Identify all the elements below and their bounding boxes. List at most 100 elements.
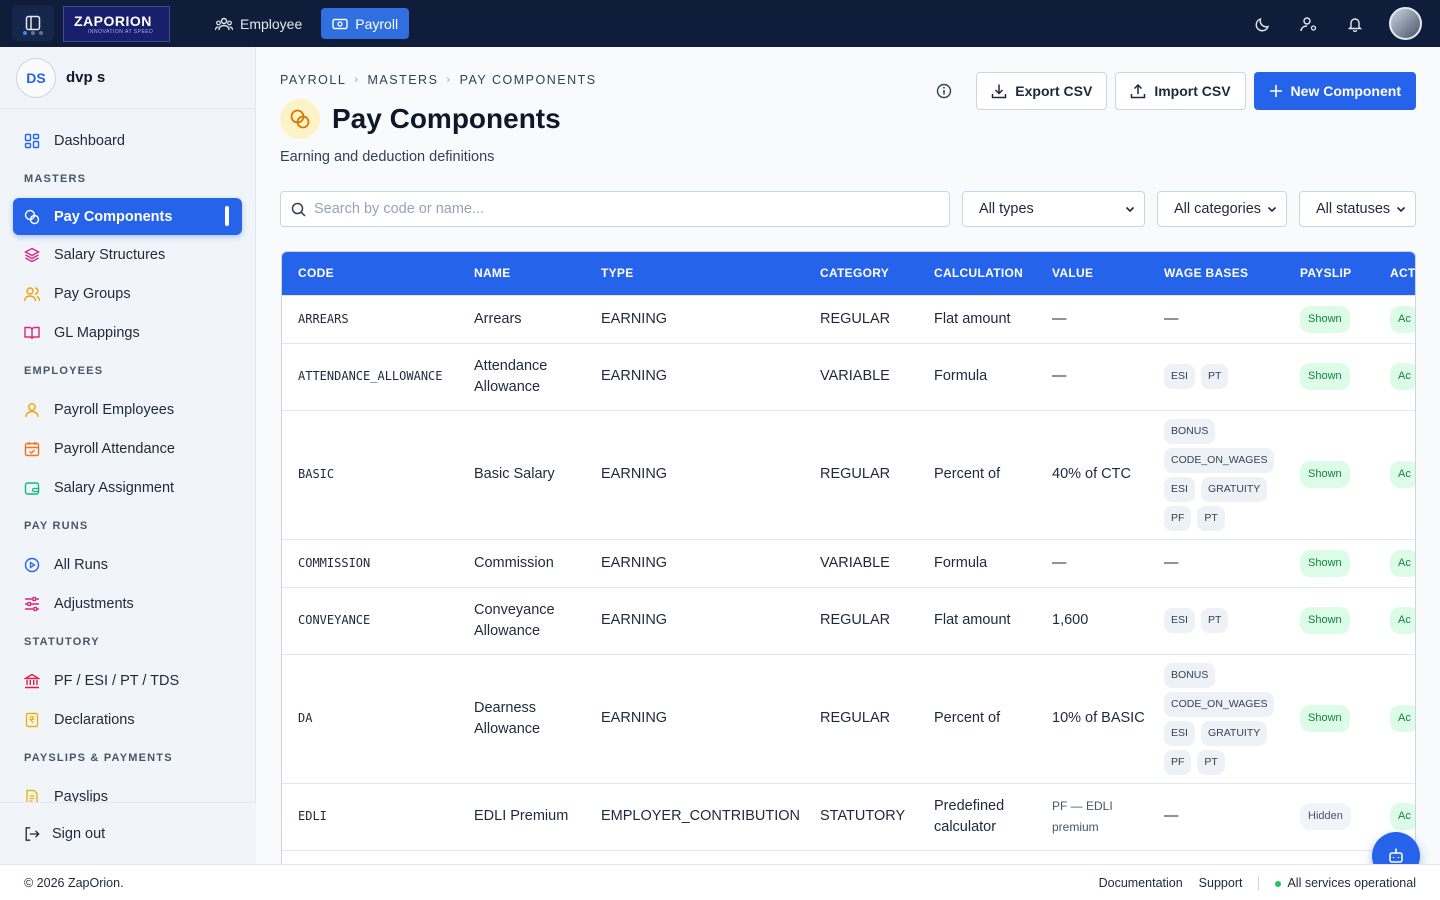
table-row[interactable]: ATTENDANCE_ALLOWANCE Attendance Allowance… xyxy=(282,342,1415,410)
sidebar-item-pay-components[interactable]: Pay Components xyxy=(13,198,242,235)
brand-logo[interactable]: ZAPORION INNOVATION AT SPEED xyxy=(63,6,170,42)
system-status-label: All services operational xyxy=(1287,875,1416,890)
breadcrumb-masters[interactable]: MASTERS xyxy=(367,73,438,87)
cell-calculation: Predefined calculator xyxy=(918,849,1036,864)
breadcrumb-payroll[interactable]: PAYROLL xyxy=(280,73,346,87)
sidebar-item-declarations[interactable]: Declarations xyxy=(0,700,255,739)
topnav-payroll[interactable]: Payroll xyxy=(321,8,410,39)
sidebar-section-statutory: STATUTORY xyxy=(24,636,100,648)
cell-type: EARNING xyxy=(585,653,804,783)
documentation-link[interactable]: Documentation xyxy=(1099,876,1183,890)
sidebar-item-label: Pay Components xyxy=(54,208,173,225)
cell-name: Conveyance Allowance xyxy=(458,586,585,654)
import-csv-button[interactable]: Import CSV xyxy=(1115,72,1246,110)
status-badge: Ac xyxy=(1390,549,1415,577)
cell-category: STATUTORY xyxy=(804,782,918,850)
new-component-button[interactable]: New Component xyxy=(1253,72,1416,110)
user-settings-button[interactable] xyxy=(1297,12,1321,36)
wage-base-chip: CODE_ON_WAGES xyxy=(1164,447,1275,473)
avatar[interactable] xyxy=(1389,7,1422,40)
support-link[interactable]: Support xyxy=(1199,876,1243,890)
cell-name: Basic Salary xyxy=(458,409,585,539)
footer: © 2026 ZapOrion. Documentation Support A… xyxy=(0,864,1440,900)
sign-out-label: Sign out xyxy=(52,825,106,842)
sidebar-section-masters: MASTERS xyxy=(24,173,87,185)
title-row: Pay Components xyxy=(280,99,561,139)
search-input[interactable] xyxy=(314,201,914,217)
status-badge: Ac xyxy=(1390,607,1415,634)
sidebar-toggle-button[interactable] xyxy=(12,5,54,41)
status-filter-select[interactable]: All statuses xyxy=(1299,191,1416,227)
column-header[interactable]: VALUE xyxy=(1036,252,1148,295)
sidebar-item-all-runs[interactable]: All Runs xyxy=(0,545,255,584)
sidebar-section-payslips: PAYSLIPS & PAYMENTS xyxy=(24,752,173,764)
column-header[interactable]: NAME xyxy=(458,252,585,295)
cell-payslip: Shown xyxy=(1284,409,1374,539)
user-profile[interactable]: DS dvp s xyxy=(0,47,255,109)
wage-base-chip: BONUS xyxy=(1164,418,1216,444)
sidebar-section-pay-runs: PAY RUNS xyxy=(24,520,89,532)
sidebar-item-label: Adjustments xyxy=(54,595,134,612)
column-header[interactable]: PAYSLIP xyxy=(1284,252,1374,295)
notifications-button[interactable] xyxy=(1343,12,1367,36)
sidebar-item-payroll-attendance[interactable]: Payroll Attendance xyxy=(0,429,255,468)
sidebar-item-dashboard[interactable]: Dashboard xyxy=(0,121,255,160)
bot-icon xyxy=(1389,848,1403,863)
components-table-container[interactable]: CODE NAME TYPE CATEGORY CALCULATION VALU… xyxy=(281,251,1416,864)
cell-type: EMPLOYER_CONTRIBUTION xyxy=(585,782,804,850)
system-status[interactable]: All services operational xyxy=(1275,876,1416,890)
column-header[interactable]: TYPE xyxy=(585,252,804,295)
cell-category: REGULAR xyxy=(804,294,918,343)
column-header[interactable]: CODE xyxy=(282,252,458,295)
top-nav: Employee Payroll xyxy=(204,8,410,39)
table-row[interactable]: ARREARS Arrears EARNING REGULAR Flat amount —… xyxy=(282,294,1415,343)
cell-type: DEDUCTION xyxy=(585,849,804,864)
table-row[interactable]: EDLI EDLI Premium EMPLOYER_CONTRIBUTION STA… xyxy=(282,782,1415,850)
payslip-badge: Shown xyxy=(1300,607,1350,634)
rupee-doc-icon xyxy=(24,712,40,728)
column-header[interactable]: CALCULATION xyxy=(918,252,1036,295)
chevron-down-icon xyxy=(1267,206,1277,213)
table-row[interactable]: EMPLOYEE_ESIEmployee ESIDEDUCTIONSTATUTO… xyxy=(282,849,1415,864)
sidebar-section-employees: EMPLOYEES xyxy=(24,365,104,377)
table-row[interactable]: DA Dearness Allowance EARNING REGULAR Percen… xyxy=(282,653,1415,783)
column-header[interactable]: CATEGORY xyxy=(804,252,918,295)
sidebar-item-label: Payroll Attendance xyxy=(54,440,175,457)
theme-toggle-button[interactable] xyxy=(1251,12,1275,36)
chevron-down-icon xyxy=(1125,206,1135,213)
search-box[interactable] xyxy=(280,191,950,227)
table-body: ARREARS Arrears EARNING REGULAR Flat amount —… xyxy=(282,294,1415,864)
cell-value: 1,600 xyxy=(1036,586,1148,654)
sidebar-item-payroll-employees[interactable]: Payroll Employees xyxy=(0,390,255,429)
table-row[interactable]: CONVEYANCE Conveyance Allowance EARNING REG… xyxy=(282,586,1415,654)
cell-payslip: Shown xyxy=(1284,653,1374,783)
sidebar-item-adjustments[interactable]: Adjustments xyxy=(0,584,255,623)
sidebar-item-gl-mappings[interactable]: GL Mappings xyxy=(0,313,255,352)
sidebar-item-pay-groups[interactable]: Pay Groups xyxy=(0,274,255,313)
export-csv-button[interactable]: Export CSV xyxy=(976,72,1108,110)
components-table: CODE NAME TYPE CATEGORY CALCULATION VALU… xyxy=(282,252,1415,864)
user-name: dvp s xyxy=(66,69,106,86)
sidebar-item-salary-structures[interactable]: Salary Structures xyxy=(0,235,255,274)
wage-base-chip: BONUS xyxy=(1164,662,1216,688)
info-button[interactable] xyxy=(932,79,956,103)
category-filter-select[interactable]: All categories xyxy=(1157,191,1287,227)
download-icon xyxy=(992,84,1007,99)
column-header[interactable]: WAGE BASES xyxy=(1148,252,1284,295)
cell-value: 40% of CTC xyxy=(1036,409,1148,539)
type-filter-select[interactable]: All types xyxy=(962,191,1145,227)
column-header[interactable]: ACT xyxy=(1374,252,1415,295)
table-row[interactable]: COMMISSION Commission EARNING VARIABLE Formu… xyxy=(282,538,1415,587)
cell-type: EARNING xyxy=(585,586,804,654)
sidebar-item-salary-assignment[interactable]: Salary Assignment xyxy=(0,468,255,507)
cell-calculation: Predefined calculator xyxy=(918,782,1036,850)
cell-name: Arrears xyxy=(458,294,585,343)
cell-category: VARIABLE xyxy=(804,538,918,587)
table-row[interactable]: BASIC Basic Salary EARNING REGULAR Percent o… xyxy=(282,409,1415,539)
category-filter-value: All categories xyxy=(1174,201,1262,217)
sidebar-item-pf-esi[interactable]: PF / ESI / PT / TDS xyxy=(0,661,255,700)
sign-out-button[interactable]: Sign out xyxy=(0,802,256,864)
topnav-employee[interactable]: Employee xyxy=(204,8,313,39)
top-bar: ZAPORION INNOVATION AT SPEED Employee Pa… xyxy=(0,0,1440,47)
top-right-actions xyxy=(1251,7,1422,40)
